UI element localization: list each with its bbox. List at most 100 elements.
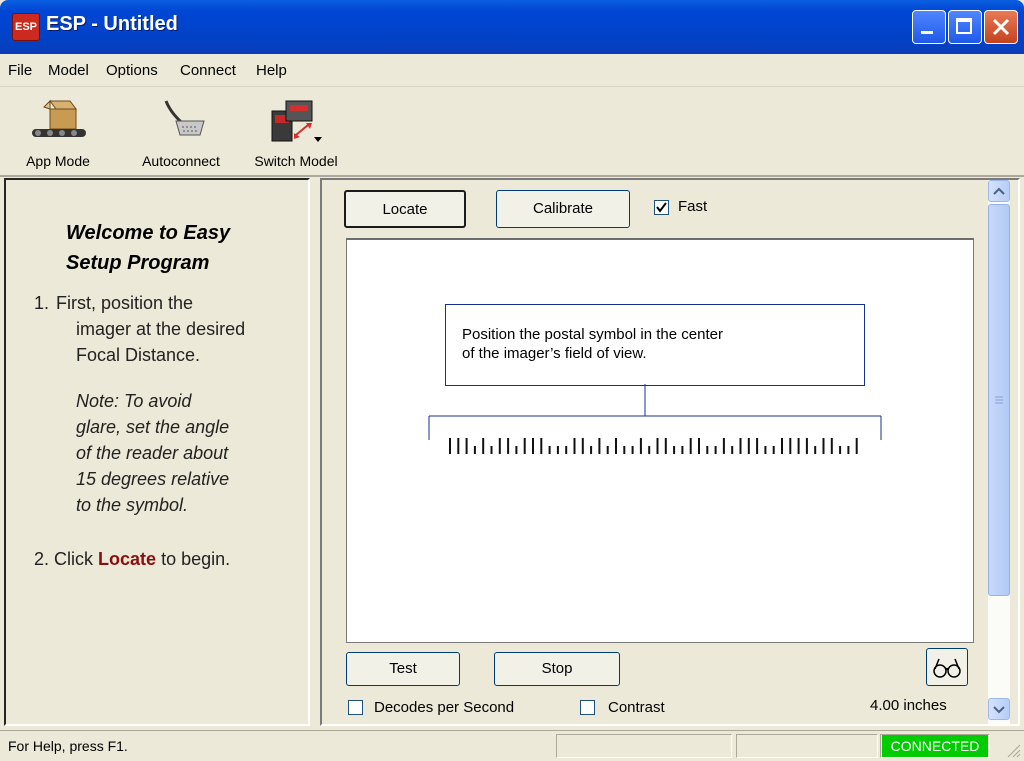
step2-text: 2. Click Locate to begin. bbox=[34, 546, 230, 572]
barcode-bar bbox=[465, 438, 468, 454]
barcode-bar bbox=[473, 446, 476, 454]
menu-file[interactable]: File bbox=[8, 62, 32, 79]
view-glasses-button[interactable] bbox=[926, 648, 968, 686]
barcode-bar bbox=[839, 446, 842, 454]
barcode-bar bbox=[631, 446, 634, 454]
step1-line1: First, position the bbox=[56, 293, 194, 313]
barcode-bar bbox=[706, 446, 709, 454]
welcome-heading: Welcome to Easy Setup Program bbox=[66, 218, 230, 278]
calibrate-button[interactable]: Calibrate bbox=[496, 190, 630, 228]
postal-barcode-icon bbox=[449, 438, 858, 454]
autoconnect-button[interactable]: Autoconnect bbox=[128, 87, 234, 175]
barcode-bar bbox=[639, 438, 642, 454]
step2-number: 2. bbox=[34, 549, 50, 569]
scroll-up-button[interactable] bbox=[988, 180, 1010, 202]
barcode-bar bbox=[590, 446, 593, 454]
stop-button[interactable]: Stop bbox=[494, 652, 620, 686]
barcode-bar bbox=[830, 438, 833, 454]
barcode-bar bbox=[722, 438, 725, 454]
barcode-bar bbox=[764, 446, 767, 454]
welcome-heading-line2: Setup Program bbox=[66, 252, 210, 274]
barcode-bar bbox=[523, 438, 526, 454]
app-mode-label: App Mode bbox=[26, 153, 90, 169]
scanner-swap-icon bbox=[271, 100, 322, 142]
minimize-button[interactable] bbox=[912, 10, 946, 44]
barcode-bar bbox=[615, 438, 617, 454]
barcode-bar bbox=[731, 446, 734, 454]
chevron-down-icon bbox=[993, 706, 1005, 714]
status-pane-1 bbox=[556, 734, 732, 758]
postal-barcode-diagram bbox=[428, 384, 882, 454]
barcode-bar bbox=[556, 446, 559, 454]
note-line1: Note: To avoid bbox=[76, 391, 192, 411]
instructions-panel: Welcome to Easy Setup Program 1. First, … bbox=[4, 178, 310, 726]
contrast-checkbox[interactable] bbox=[580, 700, 595, 715]
barcode-bar bbox=[548, 446, 551, 454]
checkmark-icon bbox=[656, 202, 667, 213]
barcode-bar bbox=[490, 446, 493, 454]
menu-options[interactable]: Options bbox=[106, 62, 158, 79]
menu-connect[interactable]: Connect bbox=[180, 62, 236, 79]
barcode-bar bbox=[698, 438, 700, 454]
barcode-bar bbox=[482, 438, 485, 454]
decodes-per-second-checkbox[interactable] bbox=[348, 700, 363, 715]
close-button[interactable] bbox=[984, 10, 1018, 44]
menu-model[interactable]: Model bbox=[48, 62, 89, 79]
barcode-bar bbox=[540, 438, 543, 454]
glasses-icon bbox=[933, 658, 961, 678]
instruction-text: Position the postal symbol in the center… bbox=[462, 325, 723, 363]
app-mode-button[interactable]: App Mode bbox=[24, 87, 92, 175]
barcode-bar bbox=[814, 446, 817, 454]
grip-icon bbox=[995, 396, 1003, 404]
app-logo-icon: ESP bbox=[12, 13, 40, 41]
conveyor-box-icon bbox=[32, 99, 86, 137]
scroll-thumb[interactable] bbox=[988, 204, 1010, 596]
step1-text: First, position the imager at the desire… bbox=[56, 290, 245, 368]
barcode-bar bbox=[756, 438, 759, 454]
barcode-bar bbox=[689, 438, 692, 454]
fast-checkbox[interactable] bbox=[654, 200, 669, 215]
barcode-bar bbox=[664, 438, 667, 454]
locate-button[interactable]: Locate bbox=[344, 190, 466, 228]
step1-line2: imager at the desired bbox=[76, 319, 246, 339]
barcode-bar bbox=[772, 446, 775, 454]
fast-label: Fast bbox=[678, 198, 708, 215]
barcode-bar bbox=[714, 446, 717, 454]
test-button[interactable]: Test bbox=[346, 652, 460, 686]
barcode-bar bbox=[673, 446, 676, 454]
step2-action: Locate bbox=[98, 549, 157, 569]
barcode-bar bbox=[847, 446, 850, 454]
welcome-heading-line1: Welcome to Easy bbox=[66, 222, 231, 244]
chevron-up-icon bbox=[993, 187, 1005, 195]
barcode-bar bbox=[515, 446, 518, 454]
barcode-bar bbox=[581, 438, 584, 454]
barcode-bar bbox=[648, 446, 651, 454]
step2-prefix: Click bbox=[54, 549, 94, 569]
note-line2: glare, set the angle bbox=[76, 417, 230, 437]
barcode-bar bbox=[565, 446, 568, 454]
close-icon bbox=[992, 18, 1010, 36]
autoconnect-label: Autoconnect bbox=[142, 153, 220, 169]
step1-number: 1. bbox=[34, 293, 50, 313]
vertical-scrollbar[interactable] bbox=[988, 180, 1010, 724]
step1-line3: Focal Distance. bbox=[76, 345, 201, 365]
note-line5: to the symbol. bbox=[76, 495, 189, 515]
barcode-bar bbox=[656, 438, 659, 454]
barcode-bar bbox=[623, 446, 626, 454]
help-hint: For Help, press F1. bbox=[8, 738, 128, 754]
menu-help[interactable]: Help bbox=[256, 62, 287, 79]
status-bar: For Help, press F1. CONNECTED bbox=[0, 730, 1024, 761]
status-pane-2 bbox=[736, 734, 878, 758]
glare-note: Note: To avoid glare, set the angle of t… bbox=[76, 388, 229, 518]
barcode-bar bbox=[507, 438, 510, 454]
serial-cable-icon bbox=[164, 100, 205, 136]
menu-bar: File Model Options Connect Help bbox=[0, 54, 1024, 87]
switch-model-button[interactable]: Switch Model bbox=[244, 87, 348, 175]
window-title: ESP - Untitled bbox=[46, 13, 178, 35]
note-line4: 15 degrees relative bbox=[76, 469, 230, 489]
maximize-icon bbox=[956, 18, 972, 34]
resize-grip-icon[interactable] bbox=[1004, 741, 1022, 759]
maximize-button[interactable] bbox=[948, 10, 982, 44]
barcode-bar bbox=[449, 438, 451, 454]
scroll-down-button[interactable] bbox=[988, 698, 1010, 720]
